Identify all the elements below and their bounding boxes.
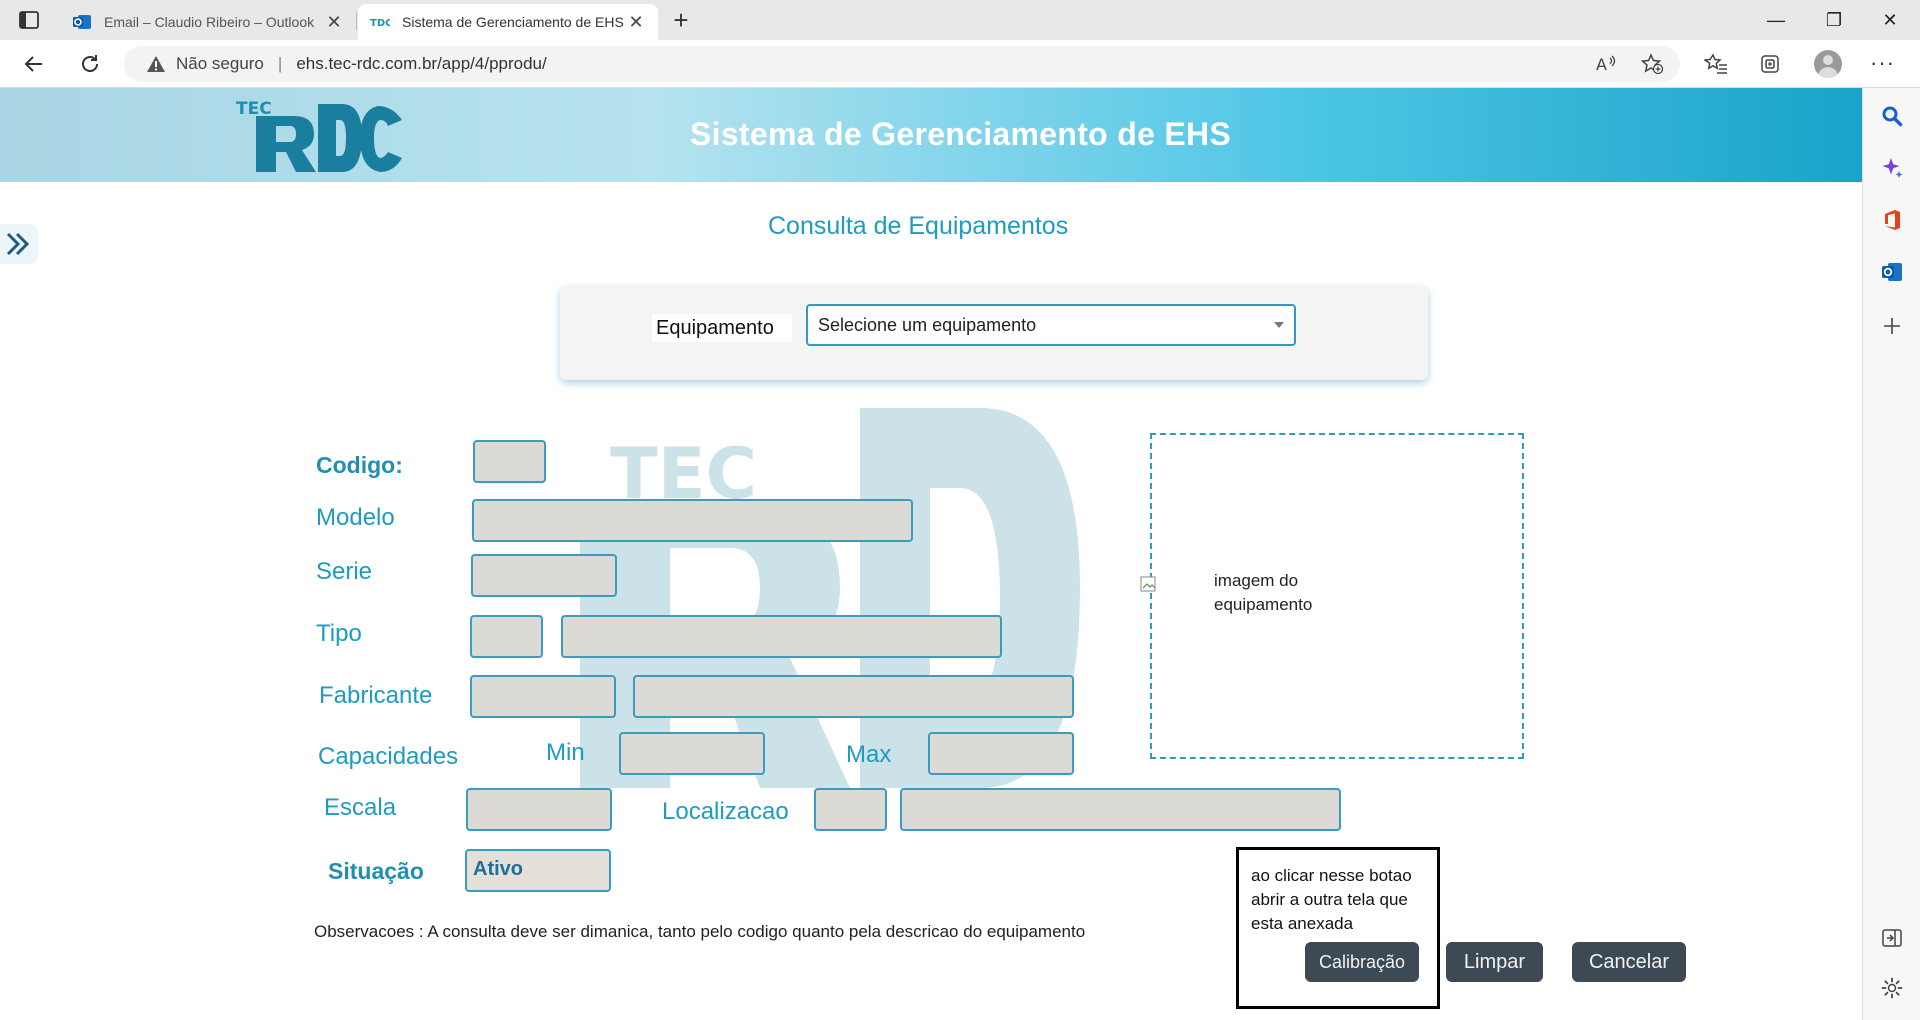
fabricante-label: Fabricante xyxy=(319,682,433,709)
tec-rdc-favicon-icon: TDC xyxy=(370,18,390,29)
annotation-note: ao clicar nesse botao abrir a outra tela… xyxy=(1236,847,1440,1009)
edge-sidebar xyxy=(1862,88,1920,1020)
capacidade-min-field[interactable] xyxy=(619,732,765,775)
warning-icon xyxy=(147,56,165,72)
close-window-icon[interactable]: ✕ xyxy=(1870,6,1910,34)
equipment-selector-card: Equipamento Selecione um equipamento xyxy=(560,286,1428,380)
tipo-label: Tipo xyxy=(316,620,362,647)
address-bar-row: Não seguro | ehs.tec-rdc.com.br/app/4/pp… xyxy=(0,40,1920,88)
minimize-icon[interactable]: — xyxy=(1756,6,1796,34)
capacidades-label: Capacidades xyxy=(318,743,459,770)
sidebar-layout-icon[interactable] xyxy=(1880,926,1904,950)
dropdown-arrow-icon xyxy=(1274,322,1284,328)
more-options-icon[interactable]: ··· xyxy=(1870,50,1895,76)
calibracao-button[interactable]: Calibração xyxy=(1305,942,1419,982)
serie-field[interactable] xyxy=(471,554,617,597)
min-label: Min xyxy=(546,739,585,766)
banner-title: Sistema de Gerenciamento de EHS xyxy=(690,116,1232,152)
cancelar-button[interactable]: Cancelar xyxy=(1572,942,1686,982)
back-icon[interactable] xyxy=(20,50,48,78)
url-text: ehs.tec-rdc.com.br/app/4/pprodu/ xyxy=(296,54,547,73)
fabricante-code-field[interactable] xyxy=(470,675,616,718)
capacidade-max-field[interactable] xyxy=(928,732,1074,775)
settings-gear-icon[interactable] xyxy=(1880,976,1904,1000)
situacao-label: Situação xyxy=(328,858,424,884)
tab-title: Email – Claudio Ribeiro – Outlook xyxy=(104,14,315,30)
svg-text:A: A xyxy=(1596,55,1607,74)
modelo-field[interactable] xyxy=(472,499,913,542)
svg-text:TDC: TDC xyxy=(370,18,390,29)
url-field[interactable]: Não seguro | ehs.tec-rdc.com.br/app/4/pp… xyxy=(124,46,1680,82)
header-banner: TEC Sistema de Gerenciamento de EHS xyxy=(0,88,1862,182)
add-sidebar-icon[interactable] xyxy=(1880,314,1904,338)
url-separator: | xyxy=(277,54,283,73)
escala-field[interactable] xyxy=(466,788,612,831)
copilot-sparkle-icon[interactable] xyxy=(1880,156,1904,180)
limpar-button[interactable]: Limpar xyxy=(1446,942,1543,982)
read-aloud-icon[interactable]: A xyxy=(1594,52,1618,76)
codigo-label: Codigo: xyxy=(316,452,403,478)
tec-rdc-logo: TEC xyxy=(236,99,402,172)
tab-actions-icon[interactable] xyxy=(18,9,40,31)
tab-close-icon[interactable]: ✕ xyxy=(324,12,344,33)
situacao-field[interactable]: Ativo xyxy=(465,849,611,892)
browser-tab-bar: Email – Claudio Ribeiro – Outlook ✕ TDC … xyxy=(0,0,1920,40)
localizacao-label: Localizacao xyxy=(662,798,789,825)
equipment-select-value: Selecione um equipamento xyxy=(818,315,1037,335)
broken-image-icon xyxy=(1140,576,1156,592)
codigo-field[interactable] xyxy=(473,440,546,483)
add-favorite-icon[interactable] xyxy=(1640,52,1664,76)
new-tab-icon[interactable]: + xyxy=(666,6,696,36)
annotation-note-text: ao clicar nesse botao abrir a outra tela… xyxy=(1251,866,1412,933)
equipment-label: Equipamento xyxy=(652,314,792,342)
search-icon[interactable] xyxy=(1880,104,1904,128)
not-secure-label: Não seguro xyxy=(176,54,264,73)
equipment-image-caption: imagem do equipamento xyxy=(1214,571,1313,614)
tipo-description-field[interactable] xyxy=(561,615,1002,658)
page-content: TEC Sistema de Gerenciamento de EHS Cons… xyxy=(0,88,1862,1020)
outlook-sidebar-icon[interactable] xyxy=(1880,260,1904,284)
localizacao-description-field[interactable] xyxy=(900,788,1341,831)
tab-ehs[interactable]: TDC Sistema de Gerenciamento de EHS ✕ xyxy=(358,4,658,40)
max-label: Max xyxy=(846,741,892,768)
profile-avatar[interactable] xyxy=(1814,50,1842,78)
escala-label: Escala xyxy=(324,794,397,821)
favorites-icon[interactable] xyxy=(1704,52,1728,76)
tab-separator xyxy=(356,12,357,30)
restore-icon[interactable]: ❐ xyxy=(1814,6,1854,34)
tab-close-icon[interactable]: ✕ xyxy=(626,12,646,33)
serie-label: Serie xyxy=(316,558,373,585)
tab-outlook[interactable]: Email – Claudio Ribeiro – Outlook ✕ xyxy=(60,4,356,40)
modelo-label: Modelo xyxy=(316,504,395,531)
refresh-icon[interactable] xyxy=(76,50,104,78)
expand-menu-icon[interactable] xyxy=(0,224,38,264)
office-icon[interactable] xyxy=(1880,208,1904,232)
equipment-image-frame: imagem do equipamento xyxy=(1140,433,1524,759)
tipo-code-field[interactable] xyxy=(470,615,543,658)
observacoes-text: Observacoes : A consulta deve ser dimani… xyxy=(314,922,1086,941)
tab-title: Sistema de Gerenciamento de EHS xyxy=(402,14,624,30)
equipment-select[interactable]: Selecione um equipamento xyxy=(806,304,1296,346)
collections-icon[interactable] xyxy=(1758,52,1782,76)
outlook-icon xyxy=(73,15,91,29)
localizacao-code-field[interactable] xyxy=(814,788,887,831)
page-title: Consulta de Equipamentos xyxy=(768,212,1069,240)
fabricante-name-field[interactable] xyxy=(633,675,1074,718)
